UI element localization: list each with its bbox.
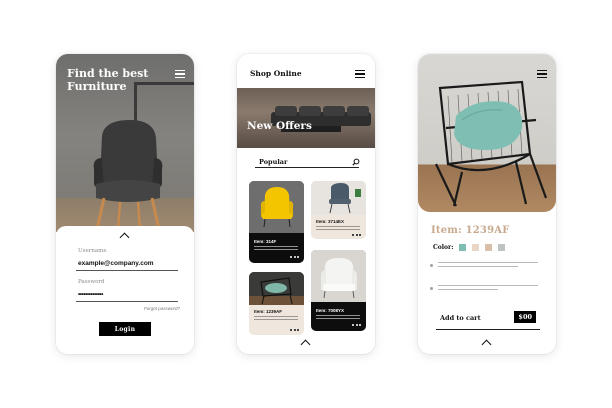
bullet-icon bbox=[430, 264, 433, 267]
white-armchair-image bbox=[311, 250, 366, 302]
product-image bbox=[249, 272, 304, 305]
more-icon[interactable] bbox=[352, 324, 361, 326]
item-description bbox=[254, 316, 298, 322]
password-underline bbox=[76, 301, 178, 302]
item-description bbox=[316, 226, 360, 232]
color-swatch-blush[interactable] bbox=[472, 244, 479, 251]
hero-title: Find the best Furniture bbox=[67, 67, 149, 93]
color-swatch-mint[interactable] bbox=[459, 244, 466, 251]
menu-icon[interactable] bbox=[175, 70, 185, 78]
offers-banner[interactable]: New Offers bbox=[237, 88, 375, 148]
item-label: Item: 7008YX bbox=[316, 308, 345, 313]
grey-chair-image bbox=[311, 181, 366, 215]
product-card[interactable]: Item: 7008YX bbox=[311, 250, 366, 331]
login-screen: Find the best Furniture Username example… bbox=[56, 54, 194, 354]
chevron-up-icon[interactable] bbox=[300, 339, 311, 350]
popular-underline bbox=[255, 167, 359, 168]
password-input[interactable]: •••••••••••••• bbox=[78, 291, 103, 298]
username-label: Username bbox=[78, 248, 107, 254]
menu-icon[interactable] bbox=[355, 70, 365, 78]
username-input[interactable]: example@company.com bbox=[78, 260, 154, 267]
more-icon[interactable] bbox=[290, 329, 299, 331]
feature-text bbox=[438, 262, 538, 269]
item-title: Item: 1239AF bbox=[431, 225, 510, 236]
item-label: Item: 314F bbox=[254, 239, 277, 244]
chevron-up-icon[interactable] bbox=[119, 232, 130, 243]
item-label: Item: 3714EX bbox=[316, 219, 345, 224]
product-image bbox=[311, 181, 366, 215]
shop-title: Shop Online bbox=[250, 69, 302, 78]
wire-chair-image bbox=[249, 272, 304, 305]
color-swatch-grey[interactable] bbox=[498, 244, 505, 251]
color-label: Color: bbox=[433, 244, 454, 251]
shop-screen: Shop Online New Offers Popular Item: 314… bbox=[237, 54, 375, 354]
more-icon[interactable] bbox=[352, 234, 361, 236]
product-card[interactable]: Item: 1239AF bbox=[249, 272, 304, 335]
password-label: Password bbox=[78, 279, 105, 285]
add-to-cart-button[interactable]: Add to cart bbox=[440, 314, 481, 322]
search-icon[interactable] bbox=[352, 158, 360, 166]
armchair-image bbox=[93, 120, 163, 235]
feature-text bbox=[438, 285, 538, 292]
product-card[interactable]: Item: 3714EX bbox=[311, 181, 366, 239]
item-description bbox=[254, 246, 298, 252]
item-description bbox=[316, 315, 360, 321]
chevron-up-icon[interactable] bbox=[481, 339, 492, 350]
bullet-icon bbox=[430, 287, 433, 290]
color-swatch-sand[interactable] bbox=[485, 244, 492, 251]
add-to-cart-row[interactable]: Add to cart $00 bbox=[436, 310, 540, 330]
yellow-armchair-image bbox=[249, 181, 304, 233]
product-screen: Item: 1239AF Color: Add to cart $00 bbox=[418, 54, 556, 354]
login-button[interactable]: Login bbox=[99, 322, 151, 336]
menu-icon[interactable] bbox=[537, 70, 547, 78]
price-badge: $00 bbox=[514, 311, 536, 323]
wire-chair-image bbox=[435, 80, 548, 207]
product-card[interactable]: Item: 314F bbox=[249, 181, 304, 263]
product-image bbox=[311, 250, 366, 302]
banner-title: New Offers bbox=[247, 120, 312, 132]
forgot-password-link[interactable]: Forgot password? bbox=[144, 306, 180, 311]
more-icon[interactable] bbox=[290, 256, 299, 258]
product-image bbox=[249, 181, 304, 233]
popular-label: Popular bbox=[259, 158, 288, 166]
username-underline bbox=[76, 270, 178, 271]
product-hero-image bbox=[418, 54, 556, 212]
item-label: Item: 1239AF bbox=[254, 309, 283, 314]
